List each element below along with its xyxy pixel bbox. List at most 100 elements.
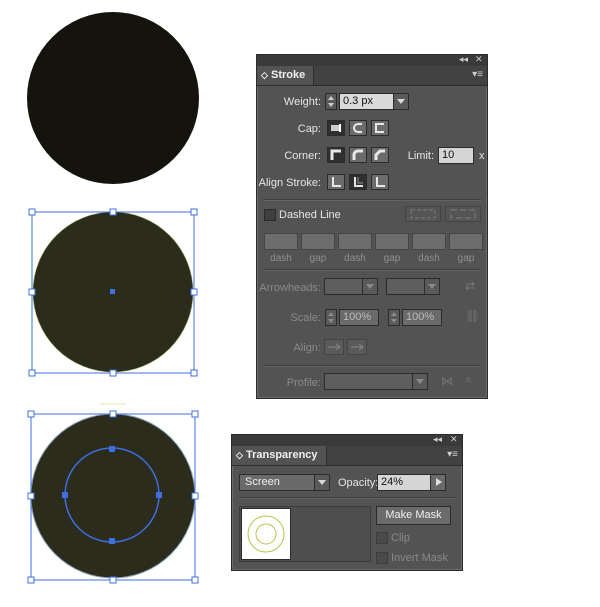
tab-toggle-icon: ◇ <box>236 450 243 460</box>
center-point <box>110 289 115 294</box>
dash-preserve-icon <box>410 209 436 219</box>
gap-field-3[interactable] <box>449 233 483 250</box>
link-scale-icon[interactable]: ⛓ <box>465 309 480 323</box>
thumbnail-rings <box>247 515 285 553</box>
panel-menu-icon[interactable]: ▾≡ <box>447 449 458 460</box>
stroke-panel-topbar[interactable]: ◂◂ ✕ <box>257 54 487 66</box>
close-icon[interactable]: ✕ <box>450 434 458 445</box>
gap-label-3: gap <box>457 253 475 264</box>
weight-stepper[interactable] <box>325 93 337 110</box>
dash-align-corners-button[interactable] <box>445 206 481 222</box>
arrow-extend-icon <box>328 343 341 351</box>
weight-dropdown-button[interactable] <box>393 93 409 110</box>
close-icon[interactable]: ✕ <box>475 54 483 65</box>
black-circle[interactable] <box>27 12 199 184</box>
swap-arrowheads-icon[interactable]: ⇄ <box>465 279 475 293</box>
align-inside-button[interactable] <box>349 174 367 190</box>
bevel-join-icon <box>374 149 385 160</box>
tab-transparency[interactable]: ◇ Transparency <box>232 446 327 465</box>
tab-toggle-icon: ◇ <box>261 70 268 80</box>
transparency-divider <box>238 497 456 499</box>
gap-field-2[interactable] <box>375 233 409 250</box>
weight-label: Weight: <box>283 96 321 108</box>
blend-mode-dropdown[interactable]: Screen <box>239 474 330 491</box>
mask-area <box>239 506 371 562</box>
bevel-join-button[interactable] <box>371 147 389 163</box>
profile-label: Profile: <box>286 377 321 389</box>
scale-label: Scale: <box>290 312 321 324</box>
blend-mode-value: Screen <box>245 476 280 488</box>
align-center-icon <box>332 177 341 187</box>
align-outside-button[interactable] <box>371 174 389 190</box>
align-center-button[interactable] <box>327 174 345 190</box>
opacity-label: Opacity: <box>338 477 379 489</box>
butt-cap-icon <box>331 124 341 132</box>
align-stroke-label: Align Stroke: <box>258 177 321 189</box>
flip-horizontal-icon[interactable]: ⋈ <box>441 374 453 388</box>
start-scale-field[interactable]: 100% <box>339 309 379 326</box>
invert-mask-checkbox[interactable] <box>376 552 388 564</box>
dashed-line-checkbox[interactable] <box>264 209 276 221</box>
tab-stroke[interactable]: ◇ Stroke <box>257 66 315 85</box>
limit-field[interactable]: 10 <box>438 147 474 164</box>
end-scale-stepper[interactable] <box>388 309 400 326</box>
flip-vertical-icon[interactable]: ⩡ <box>465 373 472 388</box>
gap-field-1[interactable] <box>301 233 335 250</box>
weight-field[interactable]: 0.3 px <box>339 93 395 110</box>
butt-cap-button[interactable] <box>327 120 345 136</box>
arrowheads-label: Arrowheads: <box>259 282 321 294</box>
dash-field-3[interactable] <box>412 233 446 250</box>
miter-join-icon <box>330 149 341 160</box>
dash-label-3: dash <box>418 253 440 264</box>
profile-dropdown[interactable] <box>324 373 428 390</box>
clip-label: Clip <box>391 532 410 544</box>
dash-field-1[interactable] <box>264 233 298 250</box>
transparency-panel-title: Transparency <box>245 449 318 461</box>
transparency-panel: ◂◂ ✕ ◇ Transparency ▾≡ Screen Opacity: 2… <box>231 434 463 571</box>
dash-align-corners-icon <box>450 209 476 219</box>
align-outside-icon <box>376 177 385 187</box>
transparency-panel-topbar[interactable]: ◂◂ ✕ <box>232 434 462 446</box>
play-arrow-icon <box>436 478 442 486</box>
round-cap-button[interactable] <box>349 120 367 136</box>
dash-label-1: dash <box>270 253 292 264</box>
stroke-divider-1 <box>263 199 481 201</box>
end-scale-field[interactable]: 100% <box>402 309 442 326</box>
dash-preserve-button[interactable] <box>405 206 441 222</box>
start-scale-stepper[interactable] <box>325 309 337 326</box>
cap-label: Cap: <box>297 123 321 135</box>
collapse-icon[interactable]: ◂◂ <box>459 54 468 65</box>
round-join-icon <box>352 149 363 160</box>
panel-menu-icon[interactable]: ▾≡ <box>472 69 483 80</box>
gap-label-1: gap <box>309 253 327 264</box>
projecting-cap-icon <box>375 123 384 133</box>
opacity-slider-button[interactable] <box>430 474 446 491</box>
invert-mask-label: Invert Mask <box>391 552 448 564</box>
opacity-field[interactable]: 24% <box>377 474 431 491</box>
round-cap-icon <box>353 123 362 133</box>
arrow-place-icon <box>351 343 364 351</box>
end-arrowhead-dropdown[interactable] <box>386 278 440 295</box>
stroke-divider-2 <box>263 269 481 271</box>
olive-circle-outer[interactable] <box>30 413 196 579</box>
miter-join-button[interactable] <box>327 147 345 163</box>
make-mask-button[interactable]: Make Mask <box>376 506 451 525</box>
dash-field-2[interactable] <box>338 233 372 250</box>
corner-label: Corner: <box>284 150 321 162</box>
align-arrow-label: Align: <box>293 342 321 354</box>
stroke-panel-title: Stroke <box>270 69 306 81</box>
collapse-icon[interactable]: ◂◂ <box>433 434 442 445</box>
start-arrowhead-dropdown[interactable] <box>324 278 378 295</box>
dashed-line-label: Dashed Line <box>279 209 341 221</box>
round-join-button[interactable] <box>349 147 367 163</box>
gap-label-2: gap <box>383 253 401 264</box>
projecting-cap-button[interactable] <box>371 120 389 136</box>
stroke-divider-3 <box>263 365 481 367</box>
arrow-extend-button[interactable] <box>324 339 344 355</box>
align-inside-icon <box>354 177 363 187</box>
stroke-panel: ◂◂ ✕ ◇ Stroke ▾≡ Weight: 0.3 px Cap: Cor… <box>256 54 488 399</box>
dash-label-2: dash <box>344 253 366 264</box>
clip-checkbox[interactable] <box>376 532 388 544</box>
arrow-place-button[interactable] <box>347 339 367 355</box>
object-thumbnail[interactable] <box>241 508 291 560</box>
